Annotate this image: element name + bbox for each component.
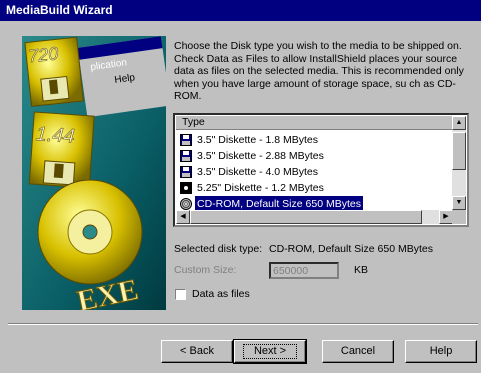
vertical-scrollbar[interactable]: ▲ ▼ bbox=[452, 116, 466, 210]
cd-rom-icon bbox=[180, 198, 192, 210]
disk-144-label: 1.44 bbox=[35, 123, 75, 148]
scrollbar-corner bbox=[452, 210, 466, 224]
data-as-files-label[interactable]: Data as files bbox=[192, 288, 250, 300]
cd-graphic bbox=[37, 179, 143, 285]
scroll-up-icon[interactable]: ▲ bbox=[452, 116, 466, 130]
disk-720-label: 720 bbox=[27, 43, 59, 66]
scroll-right-icon[interactable]: ▶ bbox=[439, 210, 453, 224]
scroll-down-icon[interactable]: ▼ bbox=[452, 196, 466, 210]
button-separator bbox=[8, 323, 478, 325]
scroll-left-icon[interactable]: ◀ bbox=[176, 210, 190, 224]
list-item[interactable]: 3.5" Diskette - 2.88 MBytes bbox=[180, 148, 450, 164]
floppy-disk-icon bbox=[180, 134, 192, 146]
cancel-button[interactable]: Cancel bbox=[322, 340, 394, 363]
data-as-files-checkbox[interactable] bbox=[175, 289, 186, 300]
column-header-type[interactable]: Type bbox=[176, 116, 453, 130]
selected-disk-type-value: CD-ROM, Default Size 650 MBytes bbox=[269, 243, 433, 255]
wizard-window: MediaBuild Wizard plication Help 720 1.4… bbox=[0, 0, 481, 373]
custom-size-label: Custom Size: bbox=[174, 264, 237, 276]
floppy-disk-icon bbox=[180, 150, 192, 162]
disk-type-list[interactable]: Type 3.5" Diskette - 1.8 MBytes 3.5" Dis… bbox=[173, 113, 469, 227]
custom-size-unit: KB bbox=[354, 264, 369, 276]
disk-144-graphic: 1.44 bbox=[28, 111, 95, 189]
floppy-525-icon bbox=[180, 182, 192, 194]
floppy-disk-icon bbox=[180, 166, 192, 178]
disk-720-graphic: 720 bbox=[24, 36, 84, 107]
cancel-button-label: Cancel bbox=[340, 345, 376, 357]
window-title: MediaBuild Wizard bbox=[0, 0, 481, 21]
list-item[interactable]: 3.5" Diskette - 4.0 MBytes bbox=[180, 164, 450, 180]
media-artwork: plication Help 720 1.44 EXE bbox=[22, 36, 166, 310]
focus-rectangle bbox=[243, 344, 297, 359]
instructions-text: Choose the Disk type you wish to the med… bbox=[174, 40, 464, 102]
next-button[interactable]: Next > bbox=[233, 339, 307, 364]
list-item-label: 3.5" Diskette - 2.88 MBytes bbox=[197, 150, 324, 162]
app-window-graphic: plication Help bbox=[77, 36, 166, 118]
list-item-label: 3.5" Diskette - 1.8 MBytes bbox=[197, 134, 319, 146]
horizontal-scroll-thumb[interactable] bbox=[190, 210, 422, 224]
selected-disk-type-label: Selected disk type: bbox=[174, 243, 263, 255]
list-item-label: 3.5" Diskette - 4.0 MBytes bbox=[197, 166, 319, 178]
vertical-scroll-thumb[interactable] bbox=[452, 132, 466, 170]
back-button[interactable]: < Back bbox=[161, 340, 233, 363]
back-button-label: < Back bbox=[180, 345, 214, 357]
help-button[interactable]: Help bbox=[405, 340, 477, 363]
list-item[interactable]: 3.5" Diskette - 1.8 MBytes bbox=[180, 132, 450, 148]
horizontal-scrollbar[interactable]: ◀ ▶ bbox=[176, 210, 453, 224]
help-button-label: Help bbox=[429, 345, 453, 357]
wizard-illustration: plication Help 720 1.44 EXE bbox=[22, 36, 166, 310]
custom-size-input[interactable] bbox=[269, 262, 339, 279]
list-item[interactable]: 5.25" Diskette - 1.2 MBytes bbox=[180, 180, 450, 196]
list-item-label: 5.25" Diskette - 1.2 MBytes bbox=[197, 182, 324, 194]
